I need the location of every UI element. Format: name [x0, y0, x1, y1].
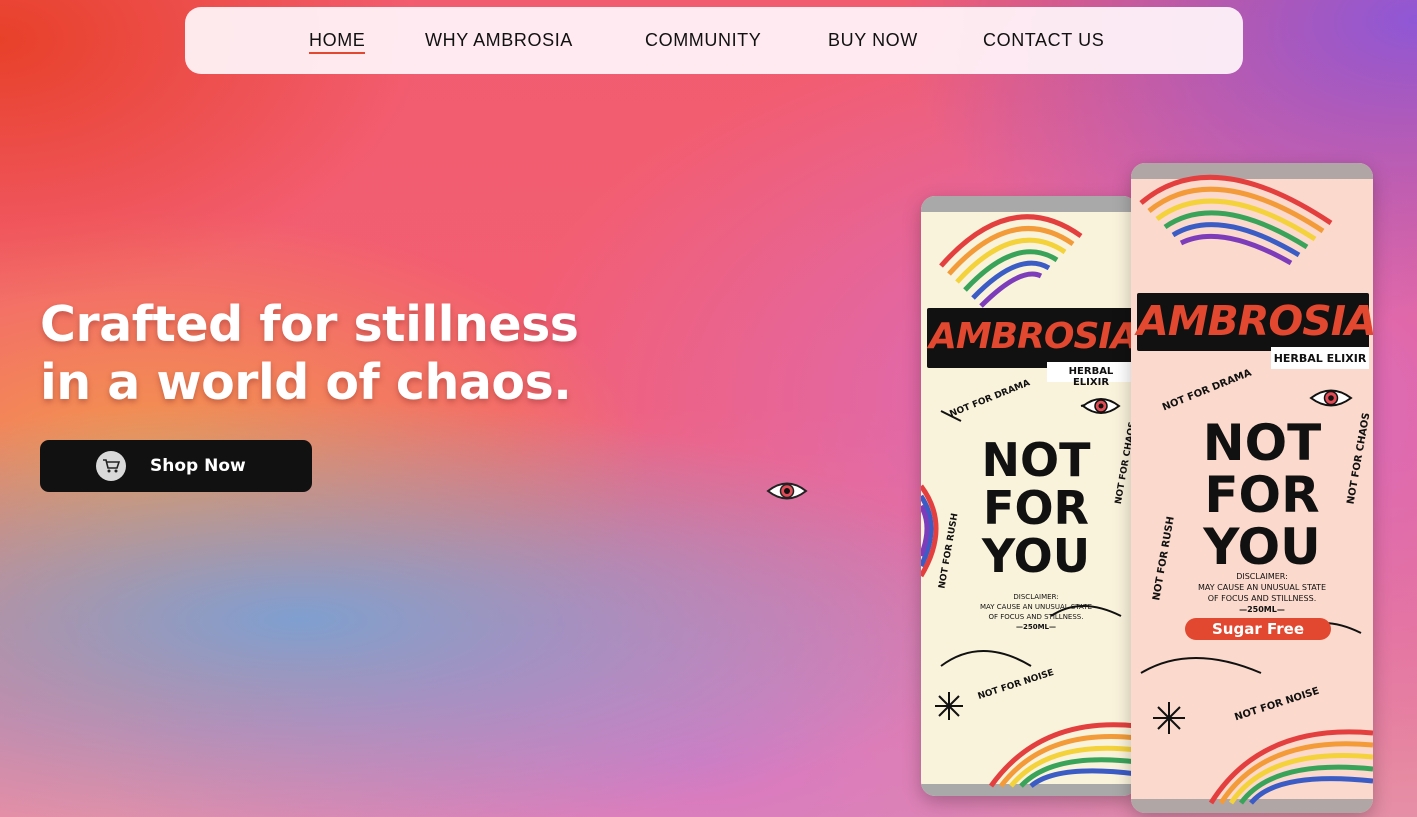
product-can-sugar-free: AMBROSIA HERBAL ELIXIR NOT FOR DRAMA NOT… — [1131, 163, 1373, 813]
can-disclaimer-line1-right: MAY CAUSE AN UNUSUAL STATE — [1197, 583, 1326, 592]
can-headline-you-left: YOU — [981, 529, 1091, 583]
can-disclaimer-line2-left: OF FOCUS AND STILLNESS. — [988, 613, 1084, 621]
can-brand-left: AMBROSIA — [929, 316, 1137, 357]
sugar-free-badge: Sugar Free — [1212, 620, 1304, 638]
nav-contact-us-link[interactable]: CONTACT US — [983, 30, 1104, 51]
nav-buy-now-link[interactable]: BUY NOW — [828, 30, 918, 51]
can-disclaimer-right: DISCLAIMER: MAY CAUSE AN UNUSUAL STATE O… — [1177, 571, 1347, 615]
can-disclaimer-left: DISCLAIMER: MAY CAUSE AN UNUSUAL STATE O… — [961, 592, 1111, 632]
can-subtitle-left: HERBAL ELIXIR — [1068, 366, 1114, 388]
eye-icon — [766, 478, 808, 509]
cart-icon — [96, 451, 126, 481]
hero-title-line-1: Crafted for stillness — [40, 296, 579, 353]
nav-home-link[interactable]: HOME — [309, 30, 366, 54]
hero-title: Crafted for stillness in a world of chao… — [40, 296, 700, 412]
can-brand-right: AMBROSIA — [1137, 297, 1373, 345]
can-disclaimer-title-left: DISCLAIMER: — [1013, 593, 1059, 601]
can-headline-not-right: NOT — [1202, 414, 1322, 472]
main-navigation: HOME WHY AMBROSIA COMMUNITY BUY NOW CONT… — [185, 7, 1243, 74]
can-headline-you-right: YOU — [1203, 518, 1321, 576]
hero-title-line-2: in a world of chaos. — [40, 354, 572, 411]
can-disclaimer-line1-left: MAY CAUSE AN UNUSUAL STATE — [979, 603, 1092, 611]
product-can-original: AMBROSIA HERBAL ELIXIR NOT FOR DRAMA NOT… — [921, 196, 1137, 796]
can-volume-right: —250ML— — [1239, 605, 1285, 614]
can-headline-right: NOT FOR YOU — [1177, 417, 1347, 573]
can-disclaimer-line2-right: OF FOCUS AND STILLNESS. — [1207, 594, 1317, 603]
nav-why-ambrosia-link[interactable]: WHY AMBROSIA — [425, 30, 573, 51]
can-headline-not-left: NOT — [981, 433, 1091, 487]
can-subtitle-right: HERBAL ELIXIR — [1273, 352, 1367, 365]
can-headline-for-right: FOR — [1204, 466, 1320, 524]
can-headline-left: NOT FOR YOU — [961, 436, 1111, 580]
nav-community-link[interactable]: COMMUNITY — [645, 30, 761, 51]
can-headline-for-left: FOR — [983, 481, 1089, 535]
can-disclaimer-title-right: DISCLAIMER: — [1236, 572, 1288, 581]
shop-now-button[interactable]: Shop Now — [40, 440, 312, 492]
shop-now-label: Shop Now — [150, 456, 246, 476]
can-volume-left: —250ML— — [1015, 623, 1057, 631]
